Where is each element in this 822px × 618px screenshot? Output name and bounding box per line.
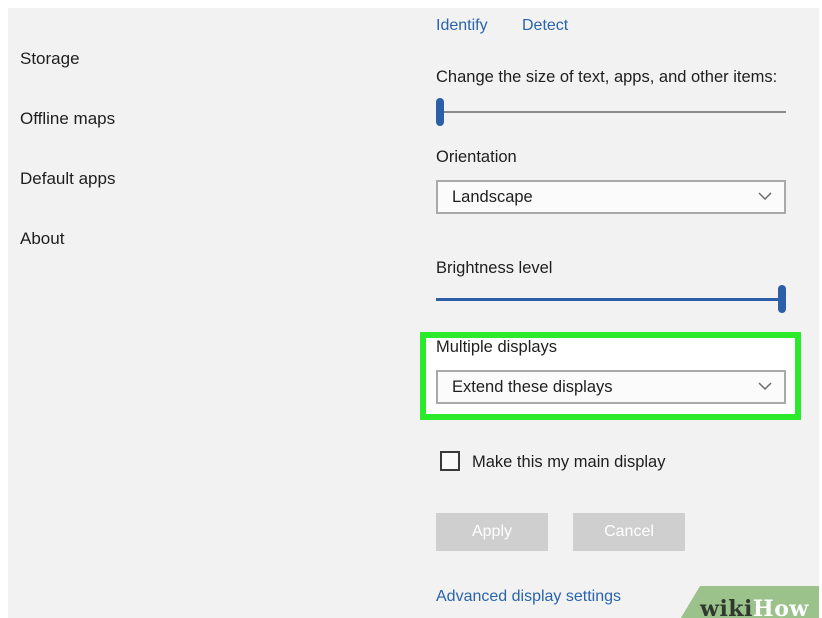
multiple-displays-value: Extend these displays [452,378,613,396]
chevron-down-icon [758,192,772,201]
multiple-displays-dropdown[interactable]: Extend these displays [436,370,786,404]
orientation-value: Landscape [452,188,533,206]
apply-button[interactable]: Apply [436,513,548,551]
multiple-displays-label: Multiple displays [436,338,558,356]
sidebar-item-about[interactable]: About [20,229,64,249]
watermark-wiki: wiki [700,596,753,618]
scale-label: Change the size of text, apps, and other… [436,68,778,86]
display-settings-panel: Identify Detect Change the size of text,… [410,8,819,618]
sidebar-item-default-apps[interactable]: Default apps [20,169,115,189]
sidebar-item-offline-maps[interactable]: Offline maps [20,109,115,129]
advanced-display-settings-link[interactable]: Advanced display settings [436,588,621,606]
detect-link[interactable]: Detect [522,17,568,35]
sidebar: Storage Offline maps Default apps About [8,8,410,618]
scale-slider-thumb[interactable] [436,98,444,126]
wikihow-watermark: wikiHow [700,596,809,618]
orientation-dropdown[interactable]: Landscape [436,180,786,214]
brightness-label: Brightness level [436,259,553,277]
settings-window: Storage Offline maps Default apps About … [8,8,819,618]
sidebar-item-storage[interactable]: Storage [20,49,80,69]
cancel-button[interactable]: Cancel [573,513,685,551]
brightness-slider-fill [436,298,782,301]
chevron-down-icon [758,382,772,391]
orientation-label: Orientation [436,148,517,166]
main-display-checkbox-label[interactable]: Make this my main display [472,453,665,472]
main-display-checkbox[interactable] [440,451,460,471]
brightness-slider-thumb[interactable] [778,285,786,313]
watermark-how: How [752,596,809,618]
identify-link[interactable]: Identify [436,17,488,35]
scale-slider-track[interactable] [436,111,786,113]
